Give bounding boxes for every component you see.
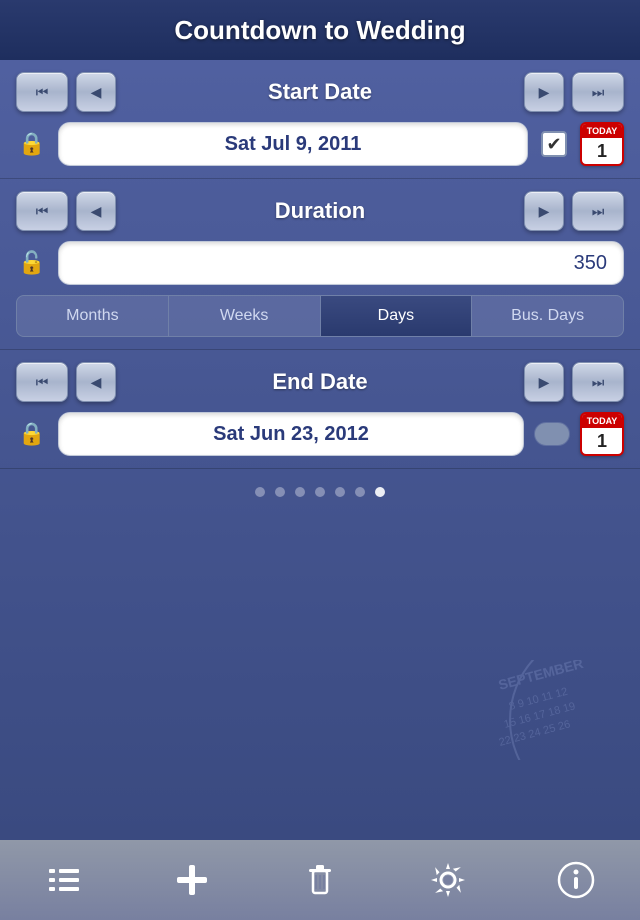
back-icon: ◀ bbox=[91, 84, 102, 101]
page-dots bbox=[0, 469, 640, 515]
start-lock-icon: 🔒 bbox=[16, 128, 48, 160]
end-today-button[interactable]: TODAY 1 bbox=[580, 412, 624, 456]
fast-forward-icon: ⏭ bbox=[592, 84, 605, 101]
end-forward-button[interactable]: ▶ bbox=[524, 362, 564, 402]
dot-7[interactable] bbox=[375, 487, 385, 497]
today-label: TODAY bbox=[582, 414, 622, 428]
end-date-section: ⏮ ◀ End Date ▶ ⏭ 🔒 Sat Jun 23, 2012 TODA… bbox=[0, 350, 640, 469]
start-checkbox-wrapper[interactable]: ✔ bbox=[538, 128, 570, 160]
dot-4[interactable] bbox=[315, 487, 325, 497]
info-button[interactable] bbox=[546, 850, 606, 910]
tab-days[interactable]: Days bbox=[321, 296, 473, 336]
forward-icon: ▶ bbox=[539, 84, 550, 101]
list-icon bbox=[45, 861, 83, 899]
start-fast-back-button[interactable]: ⏮ bbox=[16, 72, 68, 112]
list-button[interactable] bbox=[34, 850, 94, 910]
duration-fast-back-button[interactable]: ⏮ bbox=[16, 191, 68, 231]
start-today-button[interactable]: TODAY 1 bbox=[580, 122, 624, 166]
today-number: 1 bbox=[597, 428, 607, 454]
dot-1[interactable] bbox=[255, 487, 265, 497]
gear-icon bbox=[429, 861, 467, 899]
end-date-input-row: 🔒 Sat Jun 23, 2012 TODAY 1 bbox=[16, 412, 624, 456]
trash-icon bbox=[301, 861, 339, 899]
unit-tabs: Months Weeks Days Bus. Days bbox=[16, 295, 624, 337]
end-lock-icon: 🔒 bbox=[16, 418, 48, 450]
dot-5[interactable] bbox=[335, 487, 345, 497]
settings-button[interactable] bbox=[418, 850, 478, 910]
tab-weeks[interactable]: Weeks bbox=[169, 296, 321, 336]
start-fast-forward-button[interactable]: ⏭ bbox=[572, 72, 624, 112]
delete-button[interactable] bbox=[290, 850, 350, 910]
start-checkbox[interactable]: ✔ bbox=[541, 131, 567, 157]
start-forward-button[interactable]: ▶ bbox=[524, 72, 564, 112]
duration-nav: ⏮ ◀ Duration ▶ ⏭ bbox=[16, 191, 624, 231]
svg-text:SEPTEMBER: SEPTEMBER bbox=[497, 660, 585, 693]
add-icon bbox=[173, 861, 211, 899]
end-date-label: End Date bbox=[124, 369, 516, 395]
duration-input-row: 🔓 350 bbox=[16, 241, 624, 285]
dot-2[interactable] bbox=[275, 487, 285, 497]
end-date-nav: ⏮ ◀ End Date ▶ ⏭ bbox=[16, 362, 624, 402]
end-back-button[interactable]: ◀ bbox=[76, 362, 116, 402]
end-fast-back-button[interactable]: ⏮ bbox=[16, 362, 68, 402]
start-date-input-row: 🔒 Sat Jul 9, 2011 ✔ TODAY 1 bbox=[16, 122, 624, 166]
fast-back-icon: ⏮ bbox=[36, 374, 49, 391]
start-date-label: Start Date bbox=[124, 79, 516, 105]
fast-back-icon: ⏮ bbox=[36, 84, 49, 101]
duration-field[interactable]: 350 bbox=[58, 241, 624, 285]
duration-forward-button[interactable]: ▶ bbox=[524, 191, 564, 231]
dot-3[interactable] bbox=[295, 487, 305, 497]
tab-bus-days[interactable]: Bus. Days bbox=[472, 296, 623, 336]
back-icon: ◀ bbox=[91, 203, 102, 220]
end-toggle[interactable] bbox=[534, 422, 570, 446]
today-label: TODAY bbox=[582, 124, 622, 138]
forward-icon: ▶ bbox=[539, 203, 550, 220]
add-button[interactable] bbox=[162, 850, 222, 910]
fast-back-icon: ⏮ bbox=[36, 203, 49, 220]
duration-label: Duration bbox=[124, 198, 516, 224]
duration-fast-forward-button[interactable]: ⏭ bbox=[572, 191, 624, 231]
today-number: 1 bbox=[597, 138, 607, 164]
end-date-field[interactable]: Sat Jun 23, 2012 bbox=[58, 412, 524, 456]
start-date-field[interactable]: Sat Jul 9, 2011 bbox=[58, 122, 528, 166]
back-icon: ◀ bbox=[91, 374, 102, 391]
bottom-toolbar bbox=[0, 840, 640, 920]
start-back-button[interactable]: ◀ bbox=[76, 72, 116, 112]
duration-lock-icon: 🔓 bbox=[16, 247, 48, 279]
forward-icon: ▶ bbox=[539, 374, 550, 391]
start-date-section: ⏮ ◀ Start Date ▶ ⏭ 🔒 Sat Jul 9, 2011 ✔ T… bbox=[0, 60, 640, 179]
page-title: Countdown to Wedding bbox=[174, 15, 465, 46]
end-fast-forward-button[interactable]: ⏭ bbox=[572, 362, 624, 402]
calendar-watermark: SEPTEMBER 8 9 10 11 12 15 16 17 18 19 22… bbox=[460, 660, 640, 760]
duration-back-button[interactable]: ◀ bbox=[76, 191, 116, 231]
fast-forward-icon: ⏭ bbox=[592, 374, 605, 391]
duration-section: ⏮ ◀ Duration ▶ ⏭ 🔓 350 Months Weeks Days… bbox=[0, 179, 640, 350]
dot-6[interactable] bbox=[355, 487, 365, 497]
tab-months[interactable]: Months bbox=[17, 296, 169, 336]
info-icon bbox=[557, 861, 595, 899]
fast-forward-icon: ⏭ bbox=[592, 203, 605, 220]
start-date-nav: ⏮ ◀ Start Date ▶ ⏭ bbox=[16, 72, 624, 112]
